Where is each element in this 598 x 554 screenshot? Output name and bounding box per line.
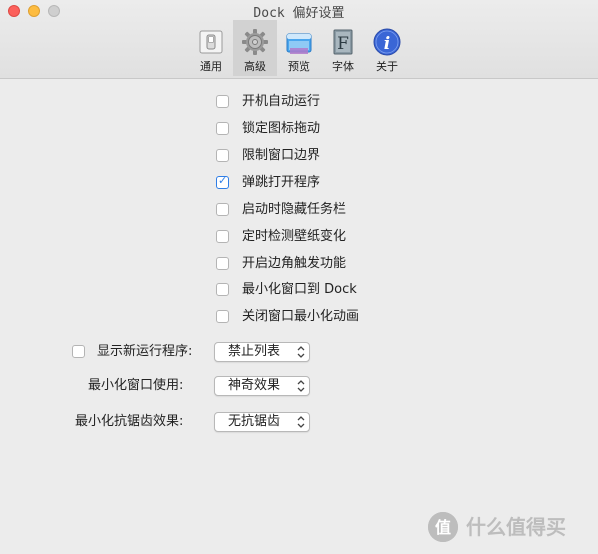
title-bar: Dock 偏好设置 通用 高级 预览 F 字体 i 关于	[0, 0, 598, 79]
option-label: 启动时隐藏任务栏	[242, 202, 347, 217]
info-icon: i	[373, 28, 401, 56]
option-label: 关闭窗口最小化动画	[242, 309, 360, 324]
watermark-text: 什么值得买	[466, 515, 566, 539]
option-label: 最小化窗口到 Dock	[242, 282, 357, 297]
tab-general[interactable]: 通用	[189, 20, 233, 76]
checkbox-checked[interactable]	[216, 174, 229, 189]
select-value: 禁止列表	[228, 344, 281, 359]
option-label: 弹跳打开程序	[242, 175, 321, 190]
select-value: 无抗锯齿	[228, 414, 281, 429]
checkbox[interactable]	[72, 345, 85, 358]
tab-about[interactable]: i 关于	[365, 20, 409, 76]
show-new-programs-label: 显示新运行程序:	[97, 344, 193, 359]
svg-text:F: F	[337, 34, 349, 54]
option-label: 开启边角触发功能	[242, 256, 347, 271]
option-label: 限制窗口边界	[242, 148, 321, 163]
checkbox[interactable]	[216, 122, 229, 135]
antialias-label: 最小化抗锯齿效果:	[75, 414, 184, 429]
chevron-updown-icon	[297, 416, 305, 428]
preview-window-icon	[286, 33, 312, 54]
tab-font[interactable]: F 字体	[321, 20, 365, 76]
checkbox[interactable]	[216, 95, 229, 108]
antialias-select[interactable]: 无抗锯齿	[214, 412, 310, 432]
option-label: 锁定图标拖动	[242, 121, 321, 136]
select-value: 神奇效果	[228, 378, 281, 393]
preferences-window: Dock 偏好设置 通用 高级 预览 F 字体 i 关于 开机自动运行 锁定图标…	[0, 0, 598, 554]
tab-label: 高级	[244, 60, 266, 73]
option-label: 定时检测壁纸变化	[242, 229, 347, 244]
checkbox[interactable]	[216, 203, 229, 216]
option-label: 开机自动运行	[242, 94, 321, 109]
tab-label: 通用	[200, 60, 222, 73]
watermark-logo-glyph: 值	[435, 518, 451, 537]
watermark-logo: 值	[428, 512, 458, 542]
minimize-effect-select[interactable]: 神奇效果	[214, 376, 310, 396]
gear-icon	[242, 29, 268, 55]
tab-label: 字体	[332, 60, 354, 73]
checkbox[interactable]	[216, 283, 229, 296]
checkbox[interactable]	[216, 230, 229, 243]
tab-label: 关于	[376, 60, 398, 73]
minimize-effect-label: 最小化窗口使用:	[88, 378, 184, 393]
show-new-programs-select[interactable]: 禁止列表	[214, 342, 310, 362]
tab-label: 预览	[288, 60, 310, 73]
chevron-updown-icon	[297, 346, 305, 358]
tab-preview[interactable]: 预览	[277, 20, 321, 76]
switch-icon	[199, 30, 223, 54]
font-icon: F	[333, 29, 353, 55]
chevron-updown-icon	[297, 380, 305, 392]
window-title: Dock 偏好设置	[253, 6, 345, 21]
svg-text:i: i	[384, 34, 390, 54]
zhi-logo-icon: 值	[428, 512, 458, 542]
tab-advanced[interactable]: 高级	[233, 20, 277, 76]
checkbox[interactable]	[216, 310, 229, 323]
checkbox[interactable]	[216, 149, 229, 162]
checkbox[interactable]	[216, 257, 229, 270]
